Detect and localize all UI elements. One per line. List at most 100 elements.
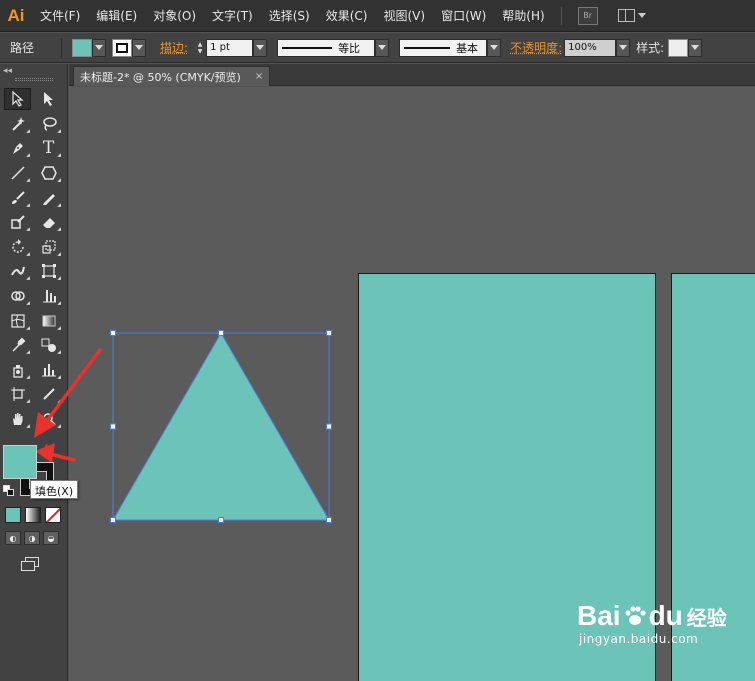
none-slash [46, 508, 60, 522]
selection-tool[interactable] [4, 88, 31, 111]
tool-row [0, 407, 67, 432]
hand-tool[interactable] [4, 408, 31, 430]
opacity-dropdown[interactable] [616, 38, 631, 57]
baidu-jingyan-watermark: Bai du 经验 jingyan.baidu.com [577, 600, 727, 646]
chevron-down-icon [256, 45, 265, 50]
collapse-panel-button[interactable]: ◂◂ [0, 64, 67, 78]
brush-line [404, 46, 451, 49]
swap-fill-stroke-icon[interactable]: ↰ [43, 442, 52, 455]
stroke-weight-dropdown[interactable] [253, 38, 268, 57]
type-tool[interactable]: T [35, 137, 62, 159]
symbol-sprayer-tool[interactable] [4, 359, 31, 381]
arrange-documents-icon [617, 9, 635, 22]
direct-selection-arrow-icon [43, 92, 53, 107]
variable-width-profile[interactable]: 等比 [277, 38, 376, 57]
watermark-brand: Bai [577, 600, 621, 631]
draw-behind-button[interactable]: ◑ [24, 531, 40, 545]
menu-select[interactable]: 选择(S) [261, 7, 318, 24]
fill-swatch-large[interactable] [3, 445, 37, 479]
symbol-sprayer-icon [12, 364, 23, 378]
artboard-tool[interactable] [4, 383, 31, 405]
eraser-tool[interactable] [35, 211, 62, 233]
down-arrow-icon: ▼ [197, 47, 203, 55]
pen-tool[interactable] [4, 137, 31, 159]
menu-edit[interactable]: 编辑(E) [88, 7, 145, 24]
style-label: 样式: [636, 41, 665, 55]
none-mode-button[interactable] [45, 507, 61, 523]
free-transform-tool[interactable] [35, 260, 62, 282]
hexagon-icon [40, 166, 57, 180]
gradient-mode-button[interactable] [25, 507, 41, 523]
shape-builder-tool[interactable] [4, 285, 31, 307]
document-tab[interactable]: 未标题-2* @ 50% (CMYK/预览) × [73, 66, 271, 86]
close-icon[interactable]: × [255, 71, 263, 82]
opacity-field[interactable]: 100% [564, 38, 617, 57]
pencil-icon [42, 193, 55, 205]
brush-dropdown[interactable] [487, 38, 502, 57]
stroke-swatch-inner [116, 42, 129, 53]
color-mode-button[interactable] [5, 507, 21, 523]
lasso-tool[interactable] [35, 113, 62, 135]
perspective-grid-icon [42, 290, 56, 303]
menu-type[interactable]: 文字(T) [204, 7, 261, 24]
menu-help[interactable]: 帮助(H) [494, 7, 552, 24]
scale-tool[interactable] [35, 236, 62, 258]
screen-mode-icon-front [21, 561, 35, 571]
profile-dropdown[interactable] [375, 38, 390, 57]
brush-definition[interactable]: 基本 [399, 38, 488, 57]
menu-effect[interactable]: 效果(C) [318, 7, 376, 24]
workspace-switcher-button[interactable] [617, 9, 646, 22]
tool-row: T [0, 136, 67, 161]
menu-window[interactable]: 窗口(W) [433, 7, 494, 24]
magic-wand-tool[interactable] [4, 113, 31, 135]
canvas-area[interactable]: Bai du 经验 jingyan.baidu.com [69, 87, 755, 681]
eyedropper-icon [11, 337, 25, 352]
lasso-icon [42, 117, 57, 131]
divider [61, 37, 63, 58]
selected-triangle[interactable] [108, 328, 348, 538]
stroke-label[interactable]: 描边: [160, 39, 188, 56]
tools-panel: ◂◂ T ↰ ◐ ◑ ◒ [0, 64, 68, 681]
menu-file[interactable]: 文件(F) [32, 7, 88, 24]
screen-mode-button[interactable] [21, 557, 41, 571]
menu-view[interactable]: 视图(V) [375, 7, 433, 24]
gradient-tool[interactable] [35, 310, 62, 332]
default-fill-stroke-icon[interactable] [3, 485, 15, 497]
draw-inside-button[interactable]: ◒ [43, 531, 59, 545]
tool-row [0, 112, 67, 137]
eyedropper-tool[interactable] [4, 334, 31, 356]
panel-grip[interactable] [15, 78, 53, 81]
menu-object[interactable]: 对象(O) [145, 7, 204, 24]
draw-normal-button[interactable]: ◐ [5, 531, 21, 545]
direct-selection-tool[interactable] [35, 88, 62, 110]
mesh-tool[interactable] [4, 310, 31, 332]
warp-tool[interactable] [4, 260, 31, 282]
rotate-tool[interactable] [4, 236, 31, 258]
tool-row [0, 333, 67, 358]
document-tab-bar: 未标题-2* @ 50% (CMYK/预览) × [69, 64, 755, 86]
graphic-style-dropdown[interactable] [668, 38, 703, 58]
stroke-weight-field[interactable]: 1 pt [206, 38, 254, 57]
opacity-label[interactable]: 不透明度: [510, 39, 562, 56]
free-transform-icon [41, 264, 56, 279]
menu-separator [560, 6, 562, 25]
column-graph-tool[interactable] [35, 359, 62, 381]
blob-brush-tool[interactable] [4, 211, 31, 233]
slice-tool[interactable] [35, 383, 62, 405]
app-logo: Ai [7, 5, 25, 25]
zoom-tool[interactable] [35, 408, 62, 430]
stroke-color-dropdown[interactable] [112, 38, 147, 58]
chevron-down-icon [378, 45, 387, 50]
line-segment-tool[interactable] [4, 162, 31, 184]
shape-builder-icon [10, 291, 25, 301]
fill-swatch [72, 38, 93, 57]
pencil-tool[interactable] [35, 187, 62, 209]
fill-color-dropdown[interactable] [72, 38, 107, 58]
polygon-tool[interactable] [35, 162, 62, 184]
blend-tool[interactable] [35, 334, 62, 356]
perspective-grid-tool[interactable] [35, 285, 62, 307]
bridge-button[interactable]: Br [577, 6, 598, 25]
tool-row [0, 358, 67, 383]
stroke-weight-stepper[interactable]: ▲ ▼ [194, 39, 206, 57]
paintbrush-tool[interactable] [4, 187, 31, 209]
